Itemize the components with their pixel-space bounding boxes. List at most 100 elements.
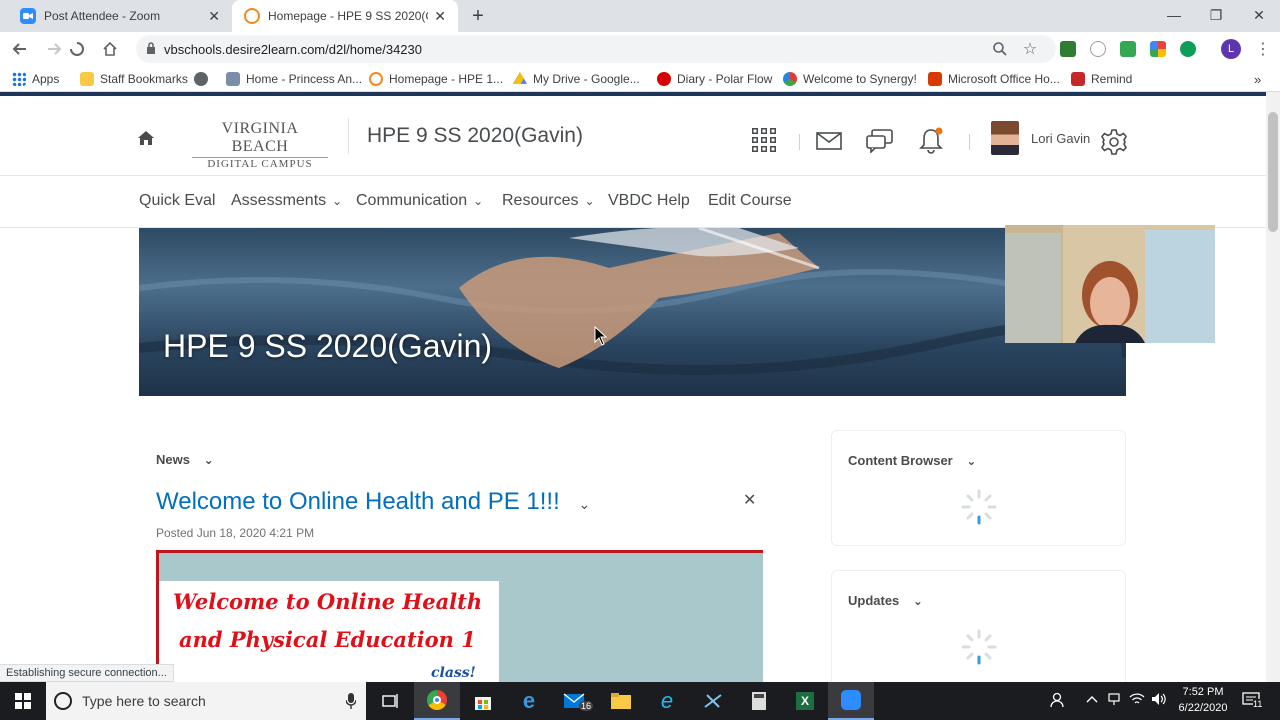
taskbar-search-box[interactable]: Type here to search [46, 682, 366, 720]
welcome-image-line-1: Welcome to Online Health [173, 589, 483, 614]
bookmark-globe[interactable] [194, 70, 214, 88]
widget-label: Content Browser [848, 453, 953, 468]
gear-icon[interactable] [1100, 128, 1128, 161]
mail-icon[interactable] [816, 132, 842, 155]
profile-avatar[interactable]: L [1221, 39, 1241, 59]
close-icon[interactable]: ✕ [743, 490, 756, 510]
folder-icon [80, 72, 94, 86]
office-icon [928, 72, 942, 86]
bookmark-staff[interactable]: Staff Bookmarks [80, 70, 188, 88]
lock-icon [146, 41, 156, 57]
bookmark-princess-anne[interactable]: Home - Princess An... [226, 70, 362, 88]
content-browser-widget: Content Browser ⌄ [831, 430, 1126, 546]
bookmark-label: Staff Bookmarks [100, 72, 188, 86]
back-arrow-icon[interactable] [9, 38, 31, 60]
people-icon[interactable] [1050, 692, 1064, 711]
search-icon[interactable] [989, 38, 1011, 60]
divider [348, 118, 349, 154]
logo-line-1: VIRGINIA BEACH [221, 120, 299, 155]
file-explorer-icon[interactable] [598, 682, 644, 720]
mail-app-icon[interactable]: 16 [552, 682, 598, 720]
post-title-text: Welcome to Online Health and PE 1!!! [156, 488, 560, 515]
cast-extension-icon[interactable] [1060, 41, 1076, 57]
bookmark-apps[interactable]: Apps [12, 70, 59, 88]
chevron-up-icon[interactable] [1086, 692, 1098, 707]
chrome-taskbar-icon[interactable] [414, 682, 460, 720]
nav-resources[interactable]: Resources ⌄ [502, 192, 595, 210]
more-bookmarks-icon[interactable]: » [1254, 70, 1261, 88]
excel-glyph: X [796, 692, 814, 710]
tab-homepage[interactable]: Homepage - HPE 9 SS 2020(Gavi ✕ [232, 0, 458, 32]
chevron-down-icon: ⌄ [332, 194, 343, 208]
bookmark-office[interactable]: Microsoft Office Ho... [928, 70, 1060, 88]
tab-label: Post Attendee - Zoom [44, 9, 161, 23]
avatar[interactable] [991, 121, 1019, 155]
content-browser-header[interactable]: Content Browser ⌄ [848, 453, 976, 468]
chat-icon[interactable] [866, 129, 894, 158]
webcam-video-overlay [1005, 225, 1215, 343]
mouse-cursor-icon [594, 326, 608, 346]
close-tab-icon[interactable]: ✕ [208, 8, 220, 25]
updates-header[interactable]: Updates ⌄ [848, 593, 923, 608]
new-tab-button[interactable]: + [468, 4, 488, 28]
edge-icon[interactable]: e [506, 682, 552, 720]
virginia-beach-logo[interactable]: VIRGINIA BEACH DIGITAL CAMPUS [192, 120, 328, 170]
bookmark-remind[interactable]: Remind [1071, 70, 1132, 88]
close-tab-icon[interactable]: ✕ [434, 8, 446, 25]
nav-assessments[interactable]: Assessments ⌄ [231, 192, 342, 210]
notification-bell-icon[interactable] [918, 126, 944, 159]
address-bar[interactable]: vbschools.desire2learn.com/d2l/home/3423… [136, 35, 1056, 63]
news-post-title[interactable]: Welcome to Online Health and PE 1!!! ⌄ [156, 488, 590, 516]
tab-zoom[interactable]: Post Attendee - Zoom ✕ [8, 0, 232, 32]
restore-button[interactable]: ❐ [1204, 4, 1228, 26]
waffle-menu-icon[interactable] [752, 128, 776, 157]
bookmarks-bar: Apps Staff Bookmarks Home - Princess An.… [0, 66, 1280, 92]
internet-explorer-icon[interactable]: e [644, 682, 690, 720]
loading-spinner-icon [66, 38, 88, 60]
bookmark-drive[interactable]: My Drive - Google... [513, 70, 640, 88]
action-center-icon[interactable]: 11 [1242, 692, 1263, 711]
updates-widget: Updates ⌄ [831, 570, 1126, 682]
task-view-icon[interactable] [368, 682, 414, 720]
home-icon[interactable] [137, 130, 155, 151]
network-icon[interactable] [1107, 692, 1121, 709]
classroom-extension-icon[interactable] [1120, 41, 1136, 57]
clock[interactable]: 7:52 PM 6/22/2020 [1176, 684, 1230, 716]
bookmark-synergy[interactable]: Welcome to Synergy! [783, 70, 917, 88]
nav-communication[interactable]: Communication ⌄ [356, 192, 483, 210]
calculator-icon[interactable] [736, 682, 782, 720]
close-window-button[interactable]: ✕ [1247, 4, 1271, 26]
extension-grid-icon[interactable] [1150, 41, 1166, 57]
store-icon[interactable] [460, 682, 506, 720]
bookmark-star-icon[interactable]: ☆ [1019, 38, 1041, 60]
welcome-image-line-3: class! [431, 665, 476, 681]
snipping-tool-icon[interactable] [690, 682, 736, 720]
bookmark-hpe[interactable]: Homepage - HPE 1... [369, 70, 503, 88]
nav-edit-course[interactable]: Edit Course [708, 192, 792, 210]
globe-extension-icon[interactable] [1180, 41, 1196, 57]
zoom-icon [841, 690, 861, 710]
excel-icon[interactable]: X [782, 682, 828, 720]
course-title[interactable]: HPE 9 SS 2020(Gavin) [367, 124, 583, 148]
nav-label: Resources [502, 192, 579, 209]
windows-start-icon[interactable] [0, 682, 46, 720]
chevron-down-icon[interactable]: ⌄ [578, 496, 590, 513]
user-name[interactable]: Lori Gavin [1031, 131, 1090, 146]
nav-vbdc-help[interactable]: VBDC Help [608, 192, 690, 210]
browser-menu-icon[interactable]: ⋮ [1252, 38, 1274, 60]
page-scrollbar[interactable] [1266, 92, 1280, 682]
zoom-taskbar-icon[interactable] [828, 682, 874, 720]
microphone-icon[interactable] [345, 693, 357, 712]
bookmark-polar[interactable]: Diary - Polar Flow [657, 70, 772, 88]
welcome-image-panel: Welcome to Online Health and Physical Ed… [159, 581, 499, 682]
help-extension-icon[interactable] [1090, 41, 1106, 57]
wifi-icon[interactable] [1129, 692, 1145, 709]
minimize-button[interactable]: — [1162, 4, 1186, 26]
forward-arrow-icon[interactable] [43, 38, 65, 60]
news-header[interactable]: News ⌄ [156, 452, 214, 467]
nav-quick-eval[interactable]: Quick Eval [139, 192, 215, 210]
volume-icon[interactable] [1151, 692, 1167, 709]
banner-title: HPE 9 SS 2020(Gavin) [163, 328, 493, 364]
home-icon[interactable] [99, 38, 121, 60]
scrollbar-thumb[interactable] [1268, 112, 1278, 232]
